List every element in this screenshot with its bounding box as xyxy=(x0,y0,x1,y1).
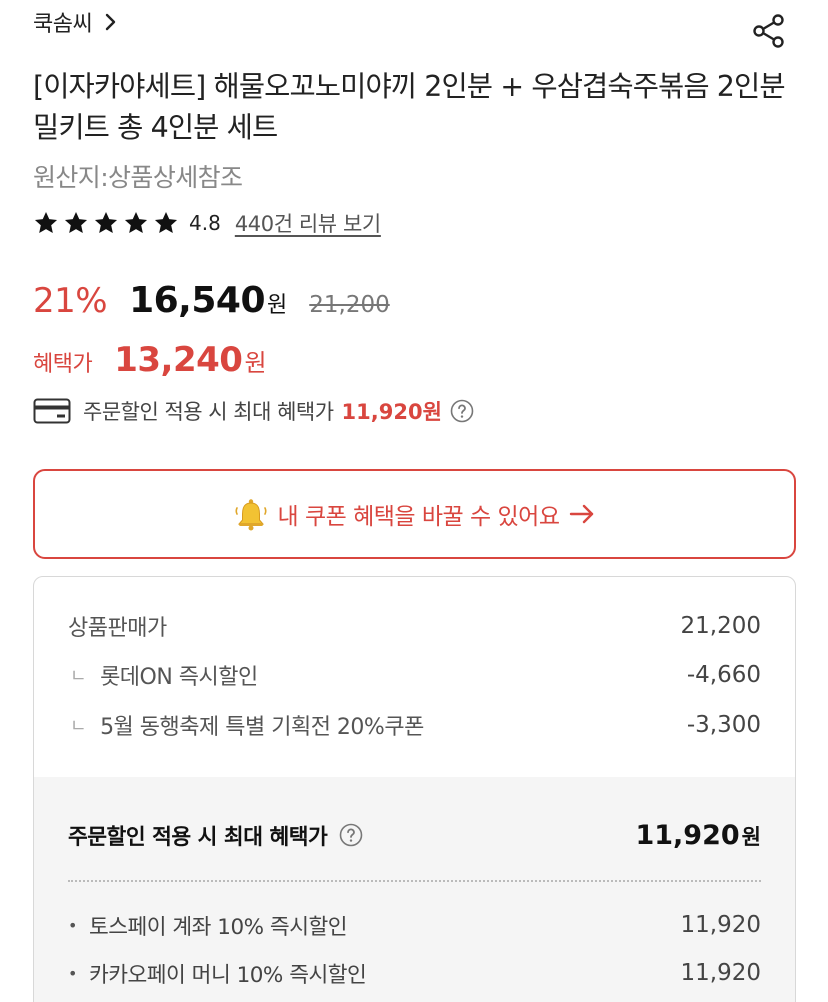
sub-item-mark: ㄴ xyxy=(70,666,87,687)
benefit-price-row: 혜택가 13,240 원 xyxy=(33,340,267,384)
original-price: 21,200 xyxy=(309,292,390,318)
bell-icon xyxy=(234,499,267,531)
share-button[interactable] xyxy=(748,10,790,52)
sub-item-mark: ㄴ xyxy=(70,716,87,737)
help-icon[interactable] xyxy=(339,823,363,847)
payment-label: 토스페이 계좌 10% 즉시할인 xyxy=(88,914,348,940)
star-icon xyxy=(34,211,58,233)
coupon-change-button[interactable]: 내 쿠폰 혜택을 바꿀 수 있어요 xyxy=(33,469,796,559)
price-breakdown-panel: 상품판매가 21,200 ㄴ 롯데ON 즉시할인 -4,660 ㄴ 5월 동행축… xyxy=(33,576,796,1002)
max-benefit-total-row: 주문할인 적용 시 최대 혜택가 11,920원 xyxy=(68,815,761,855)
star-icon xyxy=(64,211,88,233)
dotted-divider xyxy=(68,880,761,882)
payment-discount-row: • 카카오페이 머니 10% 즉시할인 11,920 xyxy=(68,955,761,991)
rating-stars xyxy=(33,210,179,236)
payment-value: 11,920 xyxy=(680,912,761,938)
review-link[interactable]: 440건 리뷰 보기 xyxy=(235,208,381,238)
product-title: [이자카야세트] 해물오꼬노미야끼 2인분 + 우삼겹숙주볶음 2인분 밀키트 … xyxy=(33,70,786,144)
breakdown-value: 21,200 xyxy=(680,613,761,639)
star-icon xyxy=(94,211,118,233)
total-value: 11,920 xyxy=(635,819,740,851)
bullet: • xyxy=(68,963,77,983)
total-unit: 원 xyxy=(741,824,761,849)
bullet: • xyxy=(68,915,77,935)
breakdown-line: 상품판매가 21,200 xyxy=(68,608,761,644)
payment-value: 11,920 xyxy=(680,960,761,986)
breakdown-label: 상품판매가 xyxy=(68,616,167,641)
total-label: 주문할인 적용 시 최대 혜택가 xyxy=(68,824,328,850)
breakdown-value: -3,300 xyxy=(686,712,761,738)
price-row: 21% 16,540 원 21,200 xyxy=(33,280,390,328)
discount-rate: 21% xyxy=(33,281,108,321)
star-icon xyxy=(154,211,178,233)
breakdown-line: ㄴ 롯데ON 즉시할인 -4,660 xyxy=(68,657,761,693)
max-benefit-text: 주문할인 적용 시 최대 혜택가 xyxy=(83,400,334,424)
payment-label: 카카오페이 머니 10% 즉시할인 xyxy=(88,962,367,988)
coupon-button-label[interactable]: 내 쿠폰 혜택을 바꿀 수 있어요 xyxy=(278,497,560,531)
order-discount-section: 주문할인 적용 시 최대 혜택가 11,920원 • 토스페이 계좌 10% 즉… xyxy=(34,777,795,1002)
chevron-right-icon xyxy=(106,13,116,31)
arrow-right-icon xyxy=(570,504,594,524)
benefit-unit: 원 xyxy=(244,349,267,377)
breakdown-label: 5월 동행축제 특별 기획전 20%쿠폰 xyxy=(100,715,424,740)
help-icon[interactable] xyxy=(450,399,474,423)
breakdown-label: 롯데ON 즉시할인 xyxy=(100,665,258,690)
credit-card-icon xyxy=(33,398,71,424)
payment-discount-row: • 토스페이 계좌 10% 즉시할인 11,920 xyxy=(68,907,761,943)
share-icon xyxy=(753,14,784,48)
breakdown-lines: 상품판매가 21,200 ㄴ 롯데ON 즉시할인 -4,660 ㄴ 5월 동행축… xyxy=(34,577,795,777)
breakdown-line: ㄴ 5월 동행축제 특별 기획전 20%쿠폰 -3,300 xyxy=(68,707,761,743)
product-origin: 원산지:상품상세참조 xyxy=(33,163,243,192)
max-benefit-row: 주문할인 적용 시 최대 혜택가 11,920원 xyxy=(33,394,474,428)
store-link[interactable]: 쿡솜씨 xyxy=(33,6,122,38)
price-unit: 원 xyxy=(267,293,288,318)
breakdown-value: -4,660 xyxy=(686,662,761,688)
store-name[interactable]: 쿡솜씨 xyxy=(33,6,93,38)
rating-row: 4.8 440건 리뷰 보기 xyxy=(33,206,381,240)
benefit-label: 혜택가 xyxy=(33,352,93,377)
benefit-price: 13,240 xyxy=(114,340,243,380)
sale-price: 16,540 xyxy=(129,280,265,321)
max-benefit-price: 11,920원 xyxy=(341,400,442,424)
star-icon xyxy=(124,211,148,233)
rating-value: 4.8 xyxy=(189,211,221,235)
